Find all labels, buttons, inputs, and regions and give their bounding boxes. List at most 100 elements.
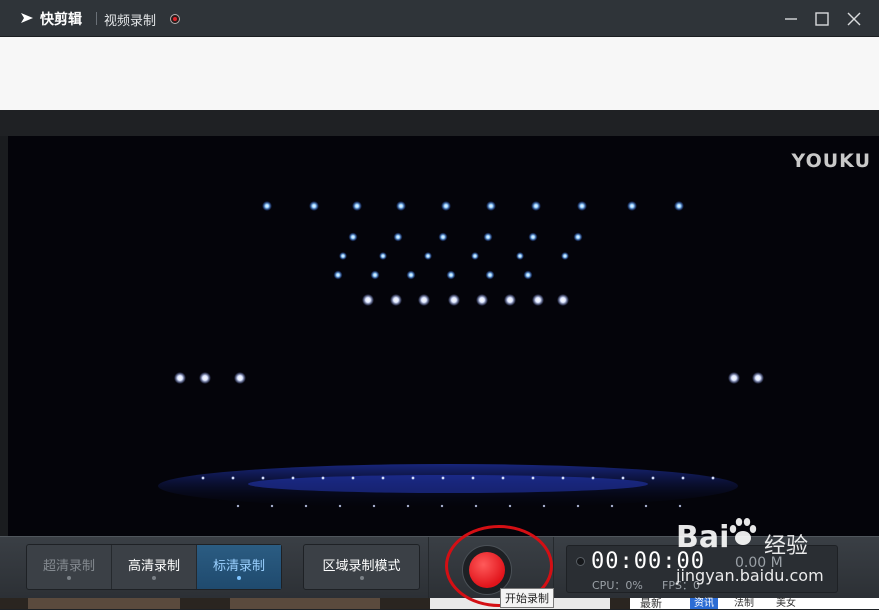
stage-light	[446, 270, 456, 280]
stage-light	[390, 294, 402, 306]
video-preview: YOUKU	[8, 136, 879, 536]
cpu-usage: CPU：0%	[592, 579, 643, 592]
stage-light	[576, 504, 580, 508]
stage-light	[531, 476, 535, 480]
stage-light	[362, 294, 374, 306]
title-separator	[96, 12, 97, 25]
stage-light	[542, 504, 546, 508]
ultra-hd-record-button[interactable]: 超清录制	[27, 545, 112, 589]
stage-light	[674, 201, 684, 211]
ultra-hd-label: 超清录制	[42, 559, 95, 574]
stage-light	[528, 232, 538, 242]
stage-light	[557, 294, 569, 306]
stage-light	[339, 252, 347, 260]
stage-light	[333, 270, 343, 280]
youku-watermark: YOUKU	[791, 150, 871, 172]
stage-light	[508, 504, 512, 508]
stage-light	[471, 476, 475, 480]
stage-light	[651, 476, 655, 480]
stage-light	[352, 201, 362, 211]
stage-light	[577, 201, 587, 211]
side-tab: 最新	[640, 597, 662, 610]
side-tab: 资讯	[690, 598, 718, 609]
stage-light	[448, 294, 460, 306]
stage-light	[304, 504, 308, 508]
stage-light	[321, 476, 325, 480]
stage-light	[486, 201, 496, 211]
background-thumbnail	[230, 598, 380, 609]
stage-light	[711, 476, 715, 480]
stage-light	[485, 270, 495, 280]
stage-light	[561, 252, 569, 260]
stage-light	[441, 476, 445, 480]
title-bar: 快剪辑 视频录制	[0, 0, 879, 37]
maximize-icon[interactable]	[811, 8, 833, 30]
stage-light	[396, 201, 406, 211]
hd-label: 高清录制	[127, 559, 180, 574]
capture-area-top	[0, 37, 879, 110]
stage-light	[351, 476, 355, 480]
sd-dot-icon	[237, 576, 241, 580]
stage-light	[370, 270, 380, 280]
stage-light	[573, 232, 583, 242]
stage-light	[291, 476, 295, 480]
stage-light	[440, 504, 444, 508]
region-record-mode-label: 区域录制模式	[322, 559, 401, 574]
recording-status-panel: 00:00:00 0.00 M CPU：0% FPS：0	[566, 545, 838, 593]
stage-light	[309, 201, 319, 211]
start-record-tooltip: 开始录制	[500, 588, 554, 608]
stage-light	[199, 372, 211, 384]
stage-light	[610, 504, 614, 508]
stage-light	[381, 476, 385, 480]
stage-light	[406, 270, 416, 280]
stage-light	[234, 372, 246, 384]
region-dot-icon	[359, 576, 364, 580]
region-record-mode-button[interactable]: 区域录制模式	[303, 544, 420, 590]
stage-light	[424, 252, 432, 260]
background-thumbnail	[28, 598, 180, 609]
record-timer: 00:00:00	[591, 549, 705, 574]
file-size: 0.00 M	[735, 555, 783, 571]
sd-record-button[interactable]: 标清录制	[197, 545, 281, 589]
stage-light	[438, 232, 448, 242]
stage-light	[372, 504, 376, 508]
close-icon[interactable]	[843, 8, 865, 30]
start-record-button[interactable]	[469, 552, 505, 588]
stage-light	[231, 476, 235, 480]
stage-light	[504, 294, 516, 306]
stage-light	[441, 201, 451, 211]
stage-light	[379, 252, 387, 260]
app-name: 快剪辑	[40, 12, 82, 28]
hd-record-button[interactable]: 高清录制	[112, 545, 197, 589]
stage-light	[393, 232, 403, 242]
stage-light	[236, 504, 240, 508]
stage-light	[678, 504, 682, 508]
stage-light	[561, 476, 565, 480]
stage-light	[681, 476, 685, 480]
minimize-icon[interactable]	[780, 8, 802, 30]
stage-light	[174, 372, 186, 384]
background-news-panel: 最新 资讯 法制 美女	[630, 598, 879, 609]
stage-lights	[158, 201, 764, 508]
toolbar-divider	[428, 537, 429, 599]
side-tab: 法制	[734, 598, 754, 609]
stage-light	[262, 201, 272, 211]
fps-readout: FPS：0	[662, 579, 700, 592]
capture-area-border	[0, 110, 879, 136]
stage-light	[644, 504, 648, 508]
logo-icon	[21, 13, 33, 23]
hd-dot-icon	[152, 576, 156, 580]
stage-light	[728, 372, 740, 384]
sd-label: 标清录制	[212, 559, 265, 574]
mode-title: 视频录制	[104, 14, 157, 29]
status-dot-icon	[576, 557, 585, 566]
record-toolbar: 超清录制 高清录制 标清录制 区域录制模式 00:00:00 0.00 M CP…	[0, 536, 879, 599]
stage-light	[532, 294, 544, 306]
stage-light	[621, 476, 625, 480]
stage-light	[348, 232, 358, 242]
stage-light	[338, 504, 342, 508]
stage-light	[418, 294, 430, 306]
stage-light	[270, 504, 274, 508]
stage-light	[474, 504, 478, 508]
stage-light	[406, 504, 410, 508]
